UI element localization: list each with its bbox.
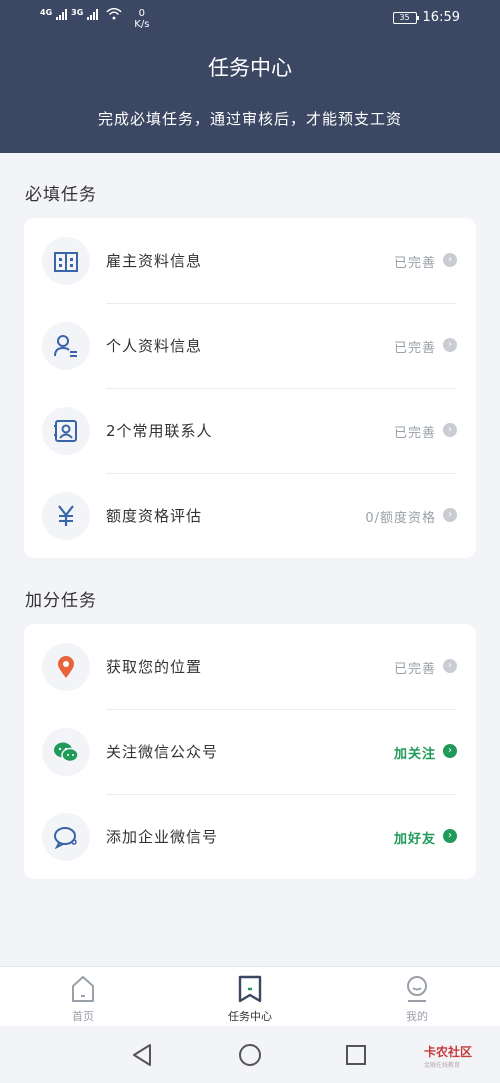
task-status: 已完善 [393,256,436,271]
task-status: 已完善 [393,662,436,677]
chevron-right-icon: › [443,829,457,843]
network-speed: 0 K/s [134,8,150,30]
signal-icon-2 [87,8,99,20]
task-status: 0/额度资格 [365,511,436,526]
tab-profile[interactable]: 我的 [334,967,500,1027]
task-status: 已完善 [393,426,436,441]
chevron-right-icon: › [443,744,457,758]
chevron-right-icon: › [443,508,457,522]
back-icon[interactable] [131,1043,153,1067]
required-tasks-card: 雇主资料信息 已完善 › 个人资料信息 已完善 › 2个常用联系人 已完善 › … [24,218,476,558]
bonus-tasks-card: 获取您的位置 已完善 › 关注微信公众号 加关注 › 添加企业微信号 加好友 › [24,624,476,879]
yuan-icon [42,492,90,540]
required-section-title: 必填任务 [25,185,97,205]
tab-label: 首页 [72,1010,94,1023]
task-label: 雇主资料信息 [106,252,203,270]
task-row-quota-assessment[interactable]: 额度资格评估 0/额度资格 › [24,473,476,558]
user-face-icon [407,976,427,1002]
home-circle-icon[interactable] [238,1043,262,1067]
task-status: 已完善 [393,341,436,356]
battery-icon: 35 [392,11,419,24]
task-row-personal-info[interactable]: 个人资料信息 已完善 › [24,303,476,388]
bonus-section-title: 加分任务 [25,591,97,611]
task-action[interactable]: 加好友 [394,828,436,847]
chevron-right-icon: › [443,253,457,267]
task-label: 个人资料信息 [106,337,203,355]
tab-task-center[interactable]: 任务中心 [167,967,333,1027]
person-icon [42,322,90,370]
task-label: 关注微信公众号 [106,743,219,761]
task-label: 获取您的位置 [106,658,203,676]
task-label: 添加企业微信号 [106,828,219,846]
wifi-icon [106,8,122,20]
bottom-tab-bar: 首页 任务中心 我的 [0,966,500,1026]
home-icon [72,976,94,1002]
task-row-enterprise-wechat[interactable]: 添加企业微信号 加好友 › [24,794,476,879]
tab-label: 我的 [406,1010,428,1023]
page-subtitle: 完成必填任务，通过审核后，才能预支工资 [97,110,402,128]
watermark-title: 卡农社区 [423,1045,472,1059]
building-icon [42,237,90,285]
task-label: 2个常用联系人 [106,422,213,440]
watermark-subtitle: 金融在线教育 [423,1062,460,1069]
task-action[interactable]: 加关注 [394,743,436,762]
clock: 16:59 [422,10,460,25]
task-row-wechat-official[interactable]: 关注微信公众号 加关注 › [24,709,476,794]
chevron-right-icon: › [443,338,457,352]
location-pin-icon [42,643,90,691]
enterprise-wechat-icon [42,813,90,861]
chevron-right-icon: › [443,659,457,673]
contact-card-icon [42,407,90,455]
recents-icon[interactable] [346,1045,366,1065]
task-label: 额度资格评估 [106,507,203,525]
tab-label: 任务中心 [228,1010,272,1023]
chevron-right-icon: › [443,423,457,437]
bookmark-icon [238,975,262,1003]
network-type-1: 4G [40,8,53,17]
task-row-employer-info[interactable]: 雇主资料信息 已完善 › [24,218,476,303]
watermark-logo: 卡农社区 金融在线教育 [424,1043,472,1069]
status-bar: 4G 3G 0 K/s 35 16:59 [0,0,500,36]
wechat-icon [42,728,90,776]
network-type-2: 3G [71,8,84,17]
tab-home[interactable]: 首页 [0,967,166,1027]
page-title: 任务中心 [208,56,292,80]
task-row-contacts[interactable]: 2个常用联系人 已完善 › [24,388,476,473]
signal-icon [56,8,68,20]
task-row-location[interactable]: 获取您的位置 已完善 › [24,624,476,709]
header: 4G 3G 0 K/s 35 16:59 任务中心 完成必填任务，通过审核后，才… [0,0,500,153]
